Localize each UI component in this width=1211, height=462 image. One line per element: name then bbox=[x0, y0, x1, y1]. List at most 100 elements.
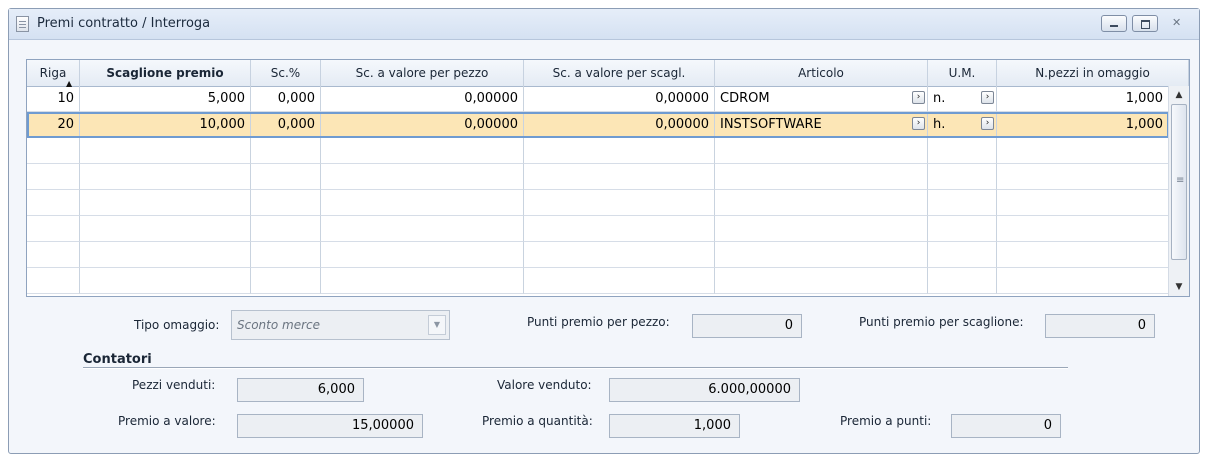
cell-riga[interactable] bbox=[27, 164, 80, 190]
punti-pezzo-field[interactable]: 0 bbox=[692, 314, 802, 338]
zoom-arrow-icon[interactable]: › bbox=[981, 117, 994, 130]
cell-um[interactable] bbox=[928, 164, 997, 190]
cell-sc-perc[interactable] bbox=[251, 242, 321, 268]
cell-scaglione[interactable] bbox=[80, 216, 251, 242]
scroll-up-icon[interactable]: ▲ bbox=[1169, 86, 1189, 104]
cell-scaglione[interactable] bbox=[80, 138, 251, 164]
cell-sc-pezzo[interactable] bbox=[321, 164, 524, 190]
cell-sc-scagl[interactable] bbox=[524, 190, 715, 216]
tipo-omaggio-select[interactable]: Sconto merce ▼ bbox=[231, 310, 450, 340]
cell-sc-scagl[interactable]: 0,00000 bbox=[524, 112, 715, 138]
pezzi-venduti-field[interactable]: 6,000 bbox=[237, 378, 364, 402]
cell-pezzi-omaggio[interactable] bbox=[997, 164, 1169, 190]
cell-um[interactable] bbox=[928, 138, 997, 164]
premio-valore-field[interactable]: 15,00000 bbox=[237, 414, 423, 438]
cell-scaglione[interactable]: 10,000 bbox=[80, 112, 251, 138]
valore-venduto-field[interactable]: 6.000,00000 bbox=[609, 378, 800, 402]
cell-sc-pezzo[interactable] bbox=[321, 190, 524, 216]
cell-sc-perc[interactable] bbox=[251, 268, 321, 294]
cell-sc-pezzo[interactable]: 0,00000 bbox=[321, 86, 524, 112]
cell-scaglione[interactable] bbox=[80, 164, 251, 190]
cell-sc-scagl[interactable]: 0,00000 bbox=[524, 86, 715, 112]
cell-articolo[interactable] bbox=[715, 242, 928, 268]
cell-riga[interactable] bbox=[27, 190, 80, 216]
close-button[interactable] bbox=[1163, 15, 1189, 32]
empty-table-row[interactable] bbox=[27, 138, 1169, 164]
premio-punti-field[interactable]: 0 bbox=[951, 414, 1061, 438]
table-row[interactable]: 20 10,000 0,000 0,00000 0,00000 INSTSOFTWARE ›… bbox=[27, 112, 1169, 138]
premio-quantita-field[interactable]: 1,000 bbox=[609, 414, 740, 438]
cell-sc-scagl[interactable] bbox=[524, 164, 715, 190]
empty-table-row[interactable] bbox=[27, 268, 1169, 294]
col-header-sc-pezzo[interactable]: Sc. a valore per pezzo bbox=[321, 60, 524, 86]
scroll-down-icon[interactable]: ▼ bbox=[1169, 278, 1189, 296]
cell-sc-perc[interactable] bbox=[251, 164, 321, 190]
cell-pezzi-omaggio[interactable] bbox=[997, 216, 1169, 242]
premi-grid[interactable]: Riga ▲ Scaglione premio Sc.% Sc. a valore… bbox=[26, 59, 1190, 297]
cell-scaglione[interactable] bbox=[80, 268, 251, 294]
cell-um[interactable]: h. › bbox=[928, 112, 997, 138]
punti-scaglione-field[interactable]: 0 bbox=[1045, 314, 1155, 338]
col-header-pezzi-omaggio[interactable]: N.pezzi in omaggio bbox=[997, 60, 1189, 86]
maximize-button[interactable] bbox=[1132, 15, 1158, 32]
cell-scaglione[interactable] bbox=[80, 242, 251, 268]
cell-um[interactable]: n. › bbox=[928, 86, 997, 112]
cell-sc-pezzo[interactable] bbox=[321, 138, 524, 164]
cell-sc-perc[interactable] bbox=[251, 190, 321, 216]
cell-pezzi-omaggio[interactable] bbox=[997, 190, 1169, 216]
chevron-down-icon[interactable]: ▼ bbox=[428, 315, 446, 335]
col-header-riga[interactable]: Riga ▲ bbox=[27, 60, 80, 88]
cell-um[interactable] bbox=[928, 268, 997, 294]
cell-sc-pezzo[interactable]: 0,00000 bbox=[321, 112, 524, 138]
cell-riga[interactable] bbox=[27, 242, 80, 268]
cell-sc-pezzo[interactable] bbox=[321, 268, 524, 294]
zoom-arrow-icon[interactable]: › bbox=[912, 117, 925, 130]
cell-sc-perc[interactable]: 0,000 bbox=[251, 112, 321, 138]
cell-sc-scagl[interactable] bbox=[524, 216, 715, 242]
cell-articolo[interactable]: INSTSOFTWARE › bbox=[715, 112, 928, 138]
empty-table-row[interactable] bbox=[27, 164, 1169, 190]
cell-scaglione[interactable] bbox=[80, 190, 251, 216]
col-header-um[interactable]: U.M. bbox=[928, 60, 997, 86]
cell-pezzi-omaggio[interactable] bbox=[997, 138, 1169, 164]
cell-pezzi-omaggio[interactable]: 1,000 bbox=[997, 112, 1169, 138]
col-header-scaglione[interactable]: Scaglione premio bbox=[80, 60, 251, 86]
zoom-arrow-icon[interactable]: › bbox=[981, 91, 994, 104]
cell-sc-perc[interactable]: 0,000 bbox=[251, 86, 321, 112]
zoom-arrow-icon[interactable]: › bbox=[912, 91, 925, 104]
cell-um[interactable] bbox=[928, 190, 997, 216]
cell-riga[interactable] bbox=[27, 216, 80, 242]
cell-pezzi-omaggio[interactable] bbox=[997, 242, 1169, 268]
empty-table-row[interactable] bbox=[27, 242, 1169, 268]
cell-riga[interactable] bbox=[27, 268, 80, 294]
cell-pezzi-omaggio[interactable]: 1,000 bbox=[997, 86, 1169, 112]
cell-sc-scagl[interactable] bbox=[524, 138, 715, 164]
cell-articolo[interactable] bbox=[715, 190, 928, 216]
cell-sc-scagl[interactable] bbox=[524, 268, 715, 294]
cell-sc-scagl[interactable] bbox=[524, 242, 715, 268]
cell-articolo[interactable] bbox=[715, 164, 928, 190]
col-header-articolo[interactable]: Articolo bbox=[715, 60, 928, 86]
col-header-sc-scagl[interactable]: Sc. a valore per scagl. bbox=[524, 60, 715, 86]
cell-riga[interactable]: 20 bbox=[27, 112, 80, 138]
cell-riga[interactable]: 10 bbox=[27, 86, 80, 112]
cell-articolo[interactable] bbox=[715, 268, 928, 294]
cell-articolo[interactable] bbox=[715, 138, 928, 164]
table-row[interactable]: 10 5,000 0,000 0,00000 0,00000 CDROM › n. › 1,000 bbox=[27, 86, 1169, 112]
cell-sc-perc[interactable] bbox=[251, 138, 321, 164]
minimize-button[interactable] bbox=[1101, 15, 1127, 32]
empty-table-row[interactable] bbox=[27, 216, 1169, 242]
cell-articolo[interactable] bbox=[715, 216, 928, 242]
cell-sc-pezzo[interactable] bbox=[321, 242, 524, 268]
cell-pezzi-omaggio[interactable] bbox=[997, 268, 1169, 294]
vertical-scrollbar[interactable]: ▲ ≡ ▼ bbox=[1168, 86, 1189, 296]
cell-articolo[interactable]: CDROM › bbox=[715, 86, 928, 112]
cell-sc-pezzo[interactable] bbox=[321, 216, 524, 242]
cell-scaglione[interactable]: 5,000 bbox=[80, 86, 251, 112]
cell-sc-perc[interactable] bbox=[251, 216, 321, 242]
col-header-sc-perc[interactable]: Sc.% bbox=[251, 60, 321, 86]
cell-riga[interactable] bbox=[27, 138, 80, 164]
cell-um[interactable] bbox=[928, 242, 997, 268]
cell-um[interactable] bbox=[928, 216, 997, 242]
empty-table-row[interactable] bbox=[27, 190, 1169, 216]
